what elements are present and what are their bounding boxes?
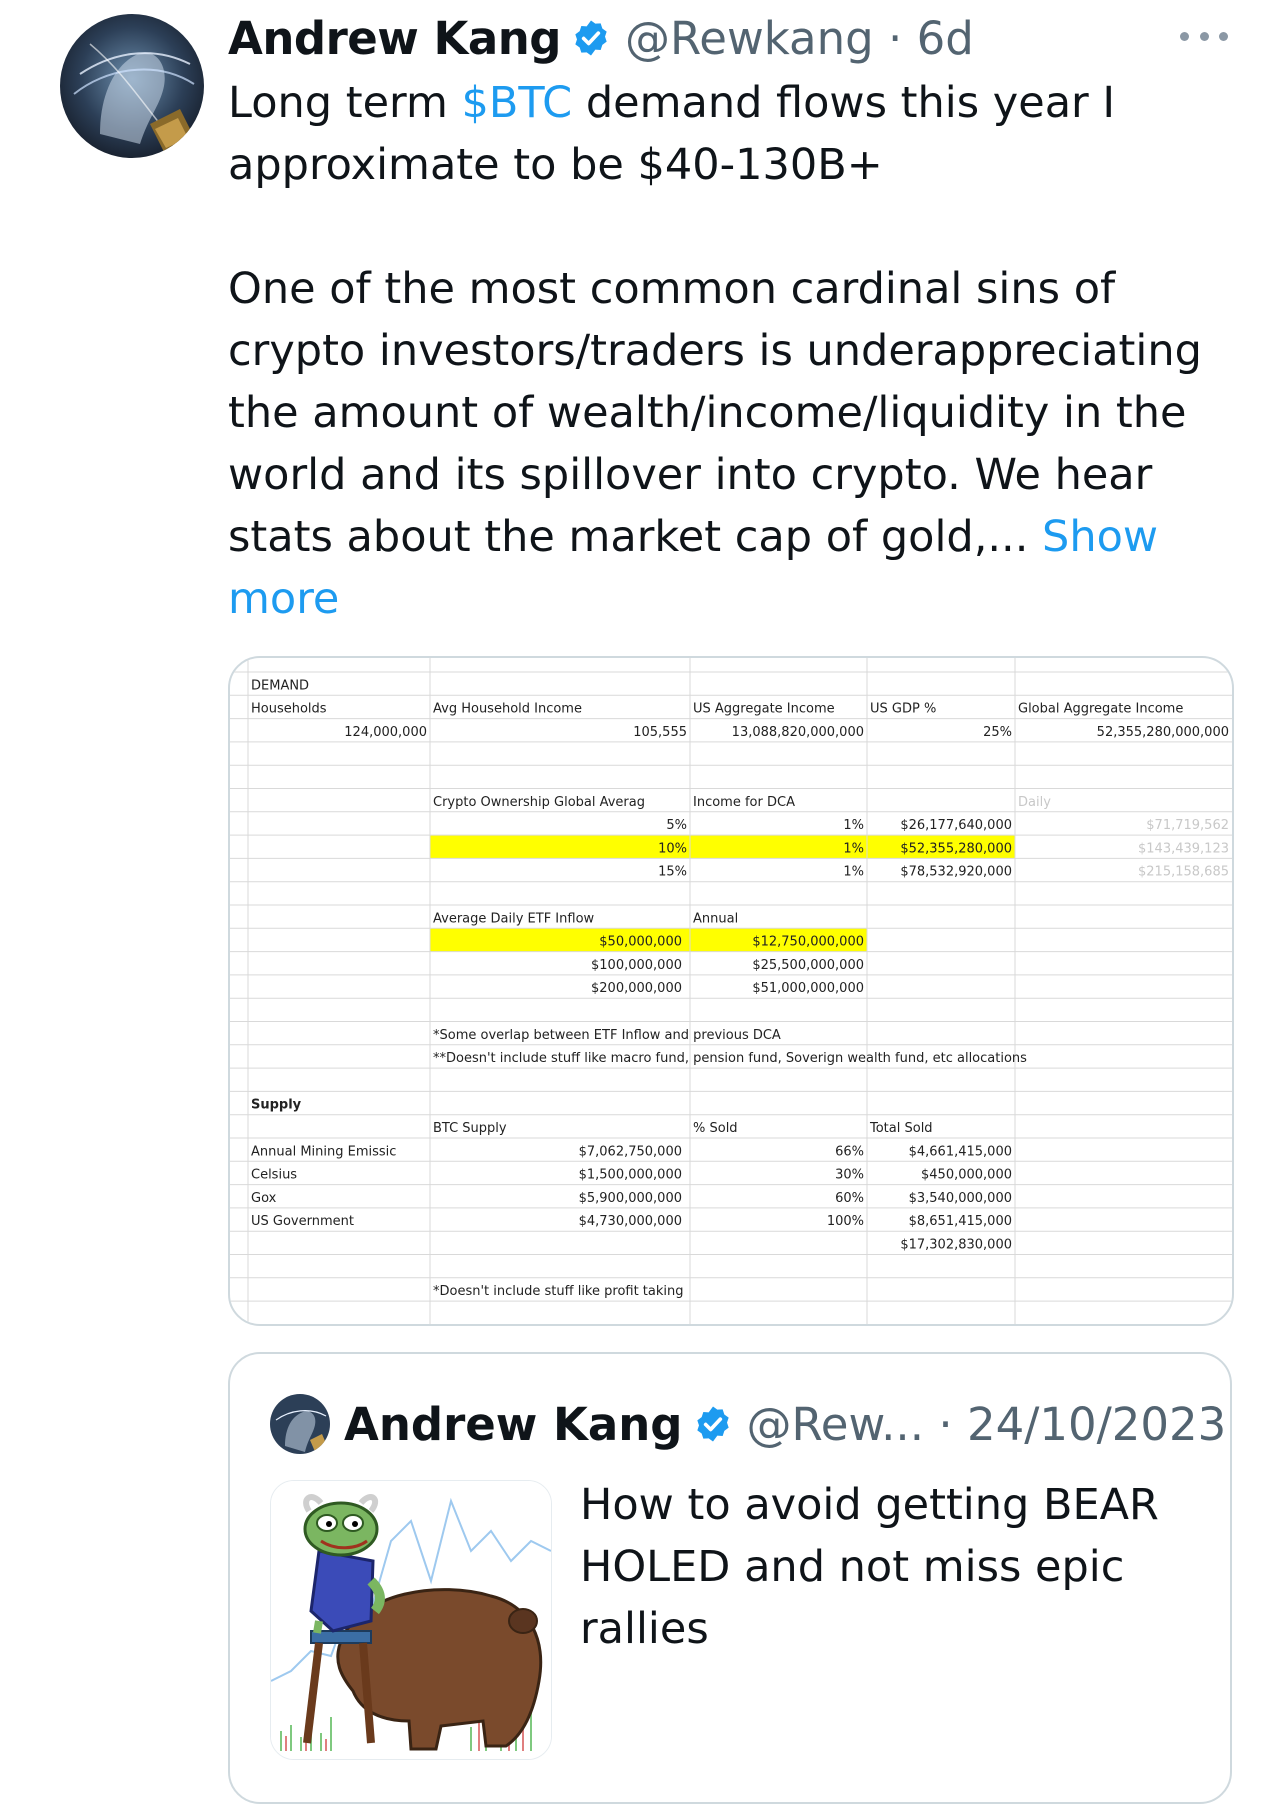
sheet-value: 1%: [843, 818, 864, 833]
sheet-header: Households: [251, 702, 327, 717]
sheet-value: $50,000,000: [599, 935, 682, 950]
sheet-header: % Sold: [693, 1121, 738, 1136]
sheet-header: Total Sold: [869, 1121, 933, 1136]
quoted-tweet-text: How to avoid getting BEAR HOLED and not …: [580, 1480, 1159, 1654]
sheet-value: $100,000,000: [591, 958, 682, 973]
sheet-header: Annual: [693, 911, 738, 926]
sheet-value: 13,088,820,000,000: [732, 725, 864, 740]
sheet-value: 100%: [827, 1214, 864, 1229]
quoted-author-avatar[interactable]: [270, 1394, 330, 1454]
sheet-value: 60%: [835, 1191, 864, 1206]
quoted-author-name[interactable]: Andrew Kang: [344, 1398, 683, 1451]
sheet-total: $17,302,830,000: [900, 1238, 1012, 1253]
sheet-supply-title: Supply: [251, 1098, 302, 1113]
sheet-demand-title: DEMAND: [251, 678, 309, 693]
sheet-header: US Aggregate Income: [693, 702, 835, 717]
sheet-value: $12,750,000,000: [752, 935, 864, 950]
sheet-label: Gox: [251, 1191, 277, 1206]
sheet-header: Crypto Ownership Global Averag: [433, 795, 645, 810]
sheet-value: 1%: [843, 865, 864, 880]
sheet-value: $7,062,750,000: [579, 1144, 682, 1159]
sheet-value: 1%: [843, 841, 864, 856]
tweet-header: Andrew Kang @Rewkang · 6d: [228, 8, 974, 68]
sheet-value: $143,439,123: [1138, 841, 1229, 856]
tweet-paragraph-2: One of the most common cardinal sins of …: [228, 258, 1238, 630]
quoted-thumbnail-image[interactable]: [270, 1480, 552, 1760]
sheet-header: Average Daily ETF Inflow: [433, 911, 595, 926]
sheet-value: 52,355,280,000,000: [1097, 725, 1229, 740]
sheet-value: $5,900,000,000: [579, 1191, 682, 1206]
sheet-value: $4,661,415,000: [909, 1144, 1012, 1159]
sheet-note: *Doesn't include stuff like profit takin…: [433, 1284, 684, 1299]
sheet-header: Daily: [1018, 795, 1051, 810]
spreadsheet-image[interactable]: DEMAND Households Avg Household Income US A…: [228, 656, 1234, 1326]
sheet-header: Avg Household Income: [433, 702, 582, 717]
sheet-value: 30%: [835, 1168, 864, 1183]
quoted-handle-and-date[interactable]: @Rew... · 24/10/2023: [747, 1398, 1227, 1451]
sheet-value: $215,158,685: [1138, 865, 1229, 880]
sheet-label: Annual Mining Emissic: [251, 1144, 396, 1159]
sheet-label: US Government: [251, 1214, 354, 1229]
quoted-tweet[interactable]: Andrew Kang @Rew... · 24/10/2023 How to …: [228, 1352, 1232, 1804]
sheet-note: *Some overlap between ETF Inflow and pre…: [433, 1028, 781, 1043]
sheet-value: $3,540,000,000: [909, 1191, 1012, 1206]
sheet-value: $25,500,000,000: [752, 958, 864, 973]
sheet-value: $200,000,000: [591, 981, 682, 996]
sheet-value: 15%: [658, 865, 687, 880]
sheet-value: $8,651,415,000: [909, 1214, 1012, 1229]
tweet-text: Long term $BTC demand flows this year I …: [228, 72, 1238, 630]
sheet-value: $78,532,920,000: [900, 865, 1012, 880]
verified-badge-icon: [571, 18, 611, 58]
sheet-header: US GDP %: [870, 702, 936, 717]
author-name[interactable]: Andrew Kang: [228, 12, 562, 65]
sheet-note: **Doesn't include stuff like macro fund,…: [433, 1051, 1027, 1066]
sheet-value: $4,730,000,000: [579, 1214, 682, 1229]
sheet-value: $1,500,000,000: [579, 1168, 682, 1183]
verified-badge-icon: [693, 1404, 733, 1444]
author-avatar[interactable]: [60, 14, 204, 158]
sheet-value: 66%: [835, 1144, 864, 1159]
sheet-value: $26,177,640,000: [900, 818, 1012, 833]
tweet-paragraph-1: Long term $BTC demand flows this year I …: [228, 72, 1238, 196]
sheet-header: BTC Supply: [433, 1121, 507, 1136]
sheet-header: Income for DCA: [693, 795, 795, 810]
sheet-value: 124,000,000: [344, 725, 427, 740]
quoted-tweet-header: Andrew Kang @Rew... · 24/10/2023: [344, 1390, 1226, 1458]
sheet-header: Global Aggregate Income: [1018, 702, 1183, 717]
sheet-value: $71,719,562: [1146, 818, 1229, 833]
sheet-value: 10%: [658, 841, 687, 856]
cashtag-link[interactable]: $BTC: [462, 78, 573, 128]
sheet-label: Celsius: [251, 1168, 297, 1183]
text-segment: Long term: [228, 78, 462, 128]
sheet-value: $52,355,280,000: [900, 841, 1012, 856]
sheet-value: 5%: [666, 818, 687, 833]
sheet-value: $51,000,000,000: [752, 981, 864, 996]
sheet-value: $450,000,000: [921, 1168, 1012, 1183]
handle-and-time[interactable]: @Rewkang · 6d: [625, 12, 974, 65]
more-options-icon[interactable]: [1180, 24, 1228, 48]
sheet-value: 25%: [983, 725, 1012, 740]
sheet-value: 105,555: [633, 725, 687, 740]
